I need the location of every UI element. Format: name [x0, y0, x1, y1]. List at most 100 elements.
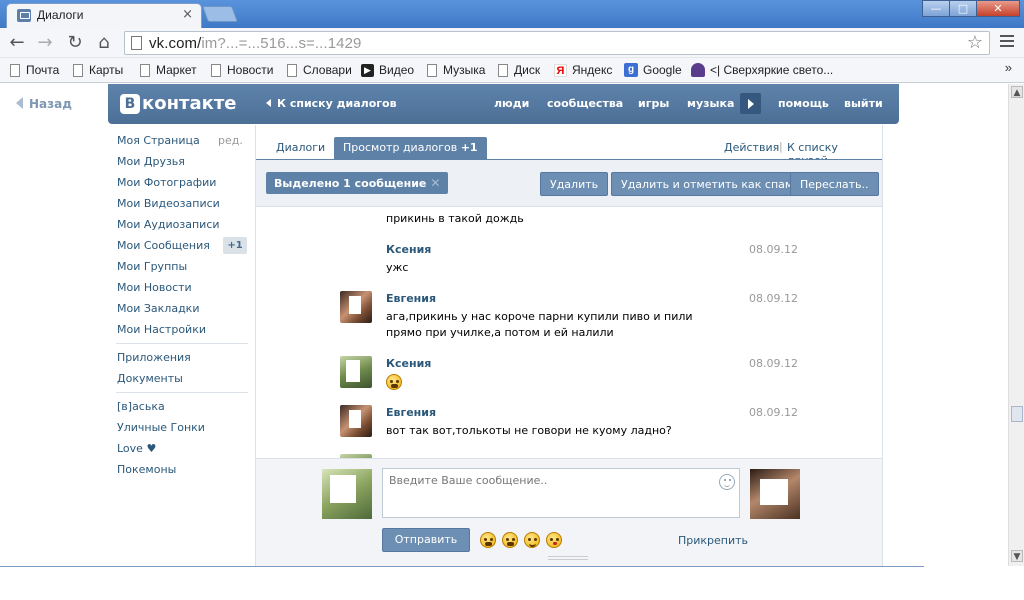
- tab-view-dialogs[interactable]: Просмотр диалогов +1: [334, 137, 487, 159]
- messages-count-badge[interactable]: +1: [223, 237, 247, 254]
- menu-my-page[interactable]: Моя Страница: [117, 134, 200, 147]
- link-separator: |: [779, 140, 783, 153]
- shocked-emoji-icon[interactable]: [480, 532, 496, 548]
- send-button[interactable]: Отправить: [382, 528, 470, 552]
- to-dialogs-link[interactable]: К списку диалогов: [266, 97, 397, 110]
- emoji-picker-icon[interactable]: [719, 474, 735, 490]
- minimize-button[interactable]: —: [922, 0, 950, 17]
- menu-my-photos[interactable]: Мои Фотографии: [117, 176, 216, 189]
- yandex-icon: Я: [554, 63, 567, 77]
- vk-header: В контакте К списку диалогов люди сообще…: [108, 84, 899, 124]
- menu-my-messages[interactable]: Мои Сообщения: [117, 239, 210, 252]
- nav-logout[interactable]: выйти: [844, 97, 883, 110]
- bookmark-star-icon[interactable]: ☆: [967, 32, 983, 53]
- address-bar[interactable]: vk.com/im?...=...516...s=...1429 ☆: [124, 31, 990, 55]
- menu-app-street-racing[interactable]: Уличные Гонки: [117, 421, 205, 434]
- helmet-icon: [691, 63, 705, 77]
- menu-my-settings[interactable]: Мои Настройки: [117, 323, 206, 336]
- back-arrow-icon[interactable]: ←: [6, 32, 28, 54]
- chrome-menu-icon[interactable]: [1000, 35, 1014, 49]
- tab-dialogs[interactable]: Диалоги ×: [6, 3, 202, 28]
- grimace-emoji-icon[interactable]: [502, 532, 518, 548]
- menu-my-news[interactable]: Мои Новости: [117, 281, 192, 294]
- selected-count-badge: Выделено 1 сообщение ✕: [266, 172, 449, 194]
- page-icon: [140, 63, 150, 77]
- message-input[interactable]: Введите Ваше сообщение..: [382, 468, 740, 518]
- avatar[interactable]: [340, 356, 372, 388]
- tab-close-icon[interactable]: ×: [182, 7, 193, 22]
- resize-grip[interactable]: [548, 556, 588, 560]
- scroll-thumb[interactable]: [1011, 406, 1023, 422]
- bookmarks-more-icon[interactable]: »: [1005, 60, 1012, 75]
- bookmark-item[interactable]: Новости: [211, 63, 273, 77]
- smile-emoji-icon[interactable]: [524, 532, 540, 548]
- menu-my-audio[interactable]: Мои Аудиозаписи: [117, 218, 220, 231]
- message-date[interactable]: 08.09.12: [749, 357, 798, 370]
- page-scrollbar[interactable]: ▲ ▼: [1008, 84, 1024, 566]
- tab-dialogs-list[interactable]: Диалоги: [276, 141, 325, 154]
- message-author[interactable]: Ксения: [386, 357, 431, 370]
- clear-selection-icon[interactable]: ✕: [430, 176, 440, 190]
- bookmark-item[interactable]: Музыка: [427, 63, 485, 77]
- bookmark-item[interactable]: ▶ Видео: [361, 63, 414, 77]
- menu-app-love[interactable]: Love ♥: [117, 442, 156, 455]
- page-bottom-border: [0, 566, 924, 567]
- bookmark-item[interactable]: Почта: [10, 63, 59, 77]
- new-tab-button[interactable]: [202, 6, 238, 22]
- scroll-up-icon[interactable]: ▲: [1011, 86, 1023, 98]
- nav-help[interactable]: помощь: [778, 97, 829, 110]
- google-icon: g: [624, 63, 638, 77]
- browser-window: Диалоги × — □ ✕ ← → ↻ ⌂ vk.com/im?...=..…: [0, 0, 1024, 600]
- menu-apps[interactable]: Приложения: [117, 351, 191, 364]
- tab-bar: Диалоги × — □ ✕: [0, 0, 1024, 28]
- left-arrow-icon: [266, 99, 271, 107]
- menu-my-bookmarks[interactable]: Мои Закладки: [117, 302, 199, 315]
- nav-games[interactable]: игры: [638, 97, 669, 110]
- actions-link[interactable]: Действия: [724, 141, 779, 154]
- play-icon[interactable]: [740, 93, 761, 114]
- menu-documents[interactable]: Документы: [117, 372, 183, 385]
- menu-my-groups[interactable]: Мои Группы: [117, 260, 187, 273]
- back-link[interactable]: Назад: [16, 97, 72, 111]
- delete-button[interactable]: Удалить: [540, 172, 609, 196]
- message-date[interactable]: 08.09.12: [749, 406, 798, 419]
- maximize-button[interactable]: □: [949, 0, 977, 17]
- bookmark-item[interactable]: Маркет: [140, 63, 197, 77]
- scroll-down-icon[interactable]: ▼: [1011, 550, 1023, 562]
- avatar[interactable]: [340, 405, 372, 437]
- message-author[interactable]: Ксения: [386, 243, 431, 256]
- bookmark-item[interactable]: Диск: [498, 63, 540, 77]
- my-avatar[interactable]: [322, 469, 372, 519]
- bookmark-item[interactable]: Я Яндекс: [554, 63, 612, 77]
- menu-app-vaska[interactable]: [в]аська: [117, 400, 165, 413]
- message-author[interactable]: Евгения: [386, 406, 436, 419]
- nav-people[interactable]: люди: [494, 97, 529, 110]
- menu-edit-link[interactable]: ред.: [218, 134, 243, 147]
- menu-app-pokemon[interactable]: Покемоны: [117, 463, 176, 476]
- nav-communities[interactable]: сообщества: [547, 97, 623, 110]
- delete-spam-button[interactable]: Удалить и отметить как спам: [611, 172, 804, 196]
- bookmark-label: Маркет: [156, 63, 197, 77]
- reload-icon[interactable]: ↻: [64, 32, 86, 54]
- bookmark-item[interactable]: g Google: [624, 63, 682, 77]
- attach-link[interactable]: Прикрепить: [678, 534, 748, 547]
- bookmark-item[interactable]: <| Сверхяркие свето...: [691, 63, 833, 77]
- forward-arrow-icon[interactable]: →: [34, 32, 56, 54]
- bookmark-item[interactable]: Карты: [73, 63, 123, 77]
- forward-button[interactable]: Переслать..: [790, 172, 879, 196]
- recipient-avatar[interactable]: [750, 469, 800, 519]
- message-date[interactable]: 08.09.12: [749, 243, 798, 256]
- menu-my-friends[interactable]: Мои Друзья: [117, 155, 185, 168]
- menu-my-videos[interactable]: Мои Видеозаписи: [117, 197, 220, 210]
- kiss-emoji-icon[interactable]: [546, 532, 562, 548]
- nav-music[interactable]: музыка: [687, 97, 734, 110]
- message-author[interactable]: Евгения: [386, 292, 436, 305]
- message-text: [386, 374, 402, 394]
- bookmark-item[interactable]: Словари: [287, 63, 352, 77]
- back-arrow-icon: [16, 97, 23, 109]
- avatar[interactable]: [340, 291, 372, 323]
- vk-logo[interactable]: В контакте: [120, 93, 236, 114]
- home-icon[interactable]: ⌂: [93, 32, 115, 54]
- message-date[interactable]: 08.09.12: [749, 292, 798, 305]
- window-close-button[interactable]: ✕: [976, 0, 1020, 17]
